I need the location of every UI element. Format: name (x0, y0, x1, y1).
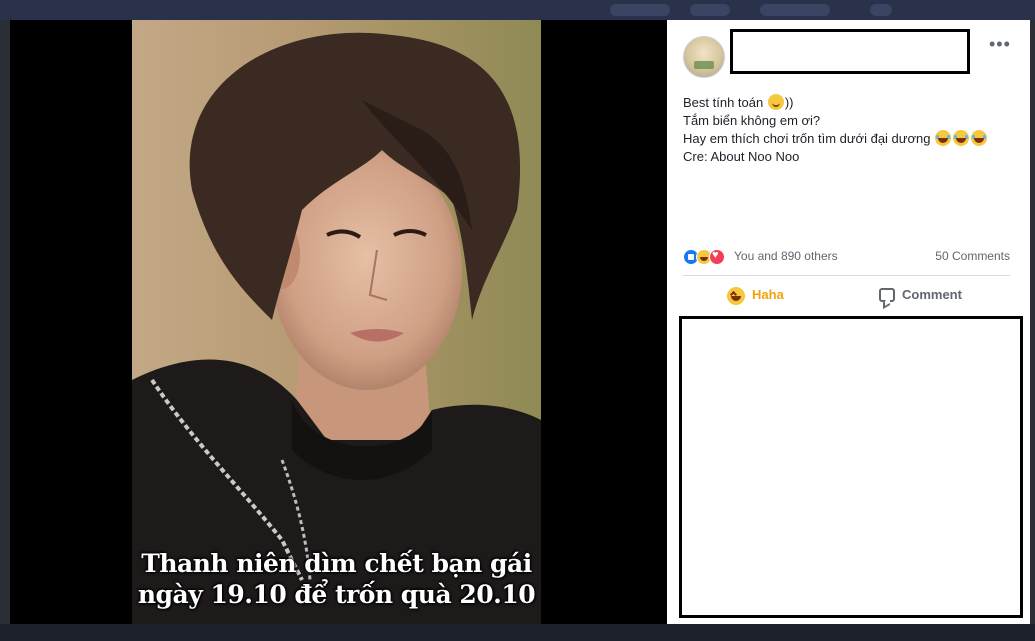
more-options-icon[interactable]: ••• (989, 34, 1011, 55)
dimmed-feed-edge (0, 20, 10, 641)
top-bar-blurred-item (760, 4, 830, 16)
post-text-line: Hay em thích chơi trốn tìm dưới đại dươn… (683, 130, 1023, 148)
post-photo[interactable]: Thanh niên dìm chết bạn gái ngày 19.10 đ… (132, 20, 541, 624)
comment-button-label: Comment (902, 287, 962, 302)
post-text-line: Best tính toán )) (683, 94, 1023, 112)
post-text-line1-suffix: )) (784, 95, 794, 110)
comment-button[interactable]: Comment (879, 282, 962, 308)
haha-icon (727, 286, 745, 305)
comment-bubble-icon (879, 287, 895, 302)
dimmed-feed-bottom (0, 624, 1035, 641)
post-text-line3: Hay em thích chơi trốn tìm dưới đại dươn… (683, 131, 931, 146)
slight-smile-emoji-icon (767, 94, 784, 110)
avatar-label-decoration (694, 61, 714, 69)
photo-caption-line: ngày 19.10 để trốn quà 20.10 (137, 580, 536, 609)
reactions-summary-row: You and 890 others 50 Comments (683, 248, 1010, 266)
haha-reaction-button[interactable]: Haha (727, 282, 784, 308)
post-message: Best tính toán )) Tắm biển không em ơi? … (683, 94, 1023, 166)
portrait-illustration (132, 32, 541, 624)
top-bar-blurred-item (690, 4, 730, 16)
facebook-top-bar (0, 0, 1035, 20)
photo-theater-stage[interactable]: Thanh niên dìm chết bạn gái ngày 19.10 đ… (10, 20, 667, 624)
tears-of-joy-emoji-icon (953, 130, 970, 146)
post-side-panel: ••• Best tính toán )) Tắm biển không em … (667, 20, 1030, 624)
love-icon (709, 249, 725, 265)
photo-caption-line: Thanh niên dìm chết bạn gái (141, 549, 532, 578)
haha-button-label: Haha (752, 287, 784, 302)
comments-section-redacted (679, 316, 1023, 618)
post-action-bar: Haha Comment (683, 282, 1010, 308)
author-avatar[interactable] (683, 36, 725, 78)
post-text-line: Tắm biển không em ơi? (683, 113, 821, 128)
panel-scrollbar[interactable] (1030, 20, 1035, 624)
tears-of-joy-emoji-icon (935, 130, 952, 146)
reaction-icons[interactable] (683, 249, 735, 265)
top-bar-blurred-item (870, 4, 892, 16)
reaction-count-link[interactable]: You and 890 others (734, 249, 838, 263)
comment-count-link[interactable]: 50 Comments (935, 249, 1010, 263)
photo-caption: Thanh niên dìm chết bạn gái ngày 19.10 đ… (132, 548, 541, 610)
divider (683, 275, 1010, 276)
top-bar-blurred-item (610, 4, 670, 16)
author-name-redacted (730, 29, 970, 74)
post-text-line1-prefix: Best tính toán (683, 95, 767, 110)
post-text-line: Cre: About Noo Noo (683, 149, 800, 164)
tears-of-joy-emoji-icon (971, 130, 988, 146)
